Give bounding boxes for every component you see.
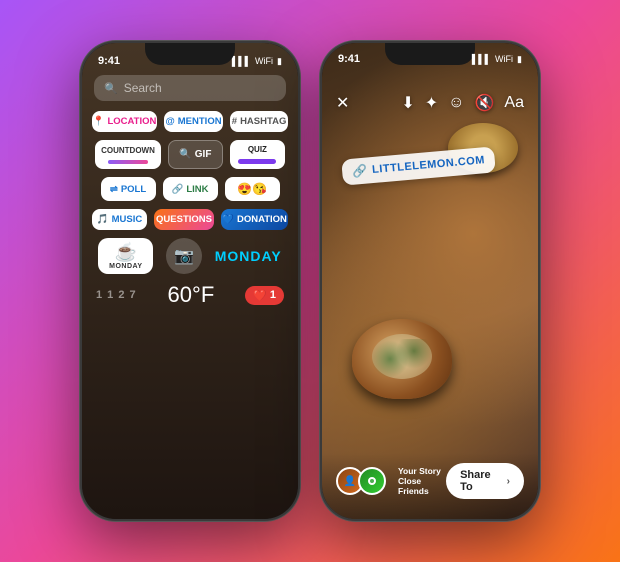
- quiz-bar: [238, 159, 276, 164]
- share-bar: 👤 Your Story Close Friends Share To ›: [322, 453, 538, 519]
- share-labels: Your Story Close Friends: [398, 466, 446, 496]
- hashtag-sticker[interactable]: # HASHTAG: [230, 111, 288, 132]
- sticker-icon[interactable]: 🔇: [475, 93, 495, 113]
- avatar-group: 👤: [336, 467, 386, 495]
- phone-right: 9:41 ▌▌▌ WiFi ▮ ✕ ⬇ ✦ ☺ 🔇 Aa 🔗: [320, 41, 540, 521]
- status-bar-left: 9:41 ▌▌▌ WiFi ▮: [82, 43, 298, 71]
- top-right-icons: ⬇ ✦ ☺ 🔇 Aa: [401, 93, 524, 113]
- phone-left-screen: 9:41 ▌▌▌ WiFi ▮ 🔍 Search 📍 LOCATION: [82, 43, 298, 519]
- mention-sticker[interactable]: @ MENTION: [164, 111, 223, 132]
- questions-sticker[interactable]: QUESTIONS: [154, 209, 214, 230]
- link-sticker-btn[interactable]: 🔗 LINK: [163, 177, 218, 201]
- countdown-label: COUNTDOWN: [101, 146, 155, 155]
- sticker-row-2: COUNTDOWN 🔍 GIF QUIZ: [92, 140, 288, 169]
- search-icon: 🔍: [104, 82, 118, 95]
- share-to-button[interactable]: Share To ›: [446, 463, 524, 499]
- sticker-grid: 📍 LOCATION @ MENTION # HASHTAG COUNTDOWN: [82, 111, 298, 230]
- heart-badge[interactable]: ❤️ 1: [245, 286, 284, 305]
- donation-sticker[interactable]: 💙 DONATION: [221, 209, 288, 230]
- top-bar-right: ✕ ⬇ ✦ ☺ 🔇 Aa: [322, 65, 538, 121]
- music-sticker[interactable]: 🎵 MUSIC: [92, 209, 147, 230]
- herb-decoration: [372, 339, 432, 379]
- emoji-sticker[interactable]: 😍😘: [225, 177, 280, 201]
- signal-icon: ▌▌▌: [232, 56, 251, 66]
- location-icon: 📍: [93, 116, 105, 127]
- bottom-stickers-row: ☕ MONDAY 📷 MONDAY: [82, 238, 298, 274]
- share-avatars: 👤 Your Story Close Friends: [336, 466, 446, 496]
- hashtag-icon: #: [232, 116, 237, 127]
- status-icons-left: ▌▌▌ WiFi ▮: [232, 56, 282, 67]
- link-icon-small: 🔗: [171, 184, 183, 195]
- quiz-label: QUIZ: [248, 145, 267, 154]
- status-bar-right: 9:41 ▌▌▌ WiFi ▮: [322, 43, 538, 65]
- search-small-icon: 🔍: [179, 149, 191, 160]
- status-time-left: 9:41: [98, 55, 120, 67]
- countdown-sticker[interactable]: COUNTDOWN: [95, 140, 161, 169]
- camera-button[interactable]: 📷: [166, 238, 202, 274]
- search-bar[interactable]: 🔍 Search: [94, 75, 286, 101]
- wifi-icon-right: WiFi: [495, 54, 513, 64]
- day-sticker[interactable]: MONDAY: [215, 248, 282, 264]
- quiz-sticker[interactable]: QUIZ: [230, 140, 285, 169]
- wifi-icon: WiFi: [255, 56, 273, 66]
- download-icon[interactable]: ⬇: [401, 93, 414, 113]
- share-arrow-icon: ›: [507, 476, 510, 487]
- status-time-right: 9:41: [338, 53, 360, 65]
- search-placeholder-text: Search: [124, 81, 162, 95]
- share-button-label: Share To: [460, 469, 503, 493]
- temperature-display: 60°F: [168, 282, 215, 308]
- sticker-row-3: ⇌ POLL 🔗 LINK 😍😘: [92, 177, 288, 201]
- poll-sticker[interactable]: ⇌ POLL: [101, 177, 156, 201]
- heart-count: 1: [270, 289, 276, 301]
- face-icon[interactable]: ☺: [448, 94, 464, 112]
- temp-prefix: 1 1 2 7: [96, 289, 137, 301]
- close-icon[interactable]: ✕: [336, 93, 349, 113]
- battery-icon-right: ▮: [517, 54, 522, 65]
- location-sticker[interactable]: 📍 LOCATION: [92, 111, 157, 132]
- bottom-bar-left: 1 1 2 7 60°F ❤️ 1: [82, 274, 298, 316]
- phone-left: 9:41 ▌▌▌ WiFi ▮ 🔍 Search 📍 LOCATION: [80, 41, 300, 521]
- link-url-text: LITTLELEMON.COM: [372, 154, 486, 176]
- status-icons-right: ▌▌▌ WiFi ▮: [472, 54, 522, 65]
- your-story-label: Your Story: [398, 466, 446, 476]
- online-indicator: [368, 477, 376, 485]
- sticker-row-1: 📍 LOCATION @ MENTION # HASHTAG: [92, 111, 288, 132]
- mention-icon: @: [166, 116, 175, 127]
- heart-icon: ❤️: [253, 289, 267, 302]
- link-chain-icon: 🔗: [352, 164, 368, 179]
- countdown-bar: [108, 160, 148, 164]
- donation-icon: 💙: [222, 214, 234, 225]
- sparkle-icon[interactable]: ✦: [425, 93, 438, 113]
- text-icon[interactable]: Aa: [504, 94, 524, 112]
- music-icon: 🎵: [97, 214, 109, 225]
- monday-sticker[interactable]: ☕ MONDAY: [98, 238, 153, 274]
- camera-icon: 📷: [174, 246, 194, 266]
- monday-label: MONDAY: [109, 263, 142, 270]
- gif-sticker[interactable]: 🔍 GIF: [168, 140, 223, 169]
- phones-container: 9:41 ▌▌▌ WiFi ▮ 🔍 Search 📍 LOCATION: [80, 41, 540, 521]
- signal-icon-right: ▌▌▌: [472, 54, 491, 64]
- avatar-close-friends: [358, 467, 386, 495]
- sticker-row-4: 🎵 MUSIC QUESTIONS 💙 DONATION: [92, 209, 288, 230]
- poll-icon: ⇌: [110, 184, 118, 195]
- battery-icon: ▮: [277, 56, 282, 67]
- mug-icon: ☕: [115, 242, 137, 263]
- phone-right-screen: 9:41 ▌▌▌ WiFi ▮ ✕ ⬇ ✦ ☺ 🔇 Aa 🔗: [322, 43, 538, 519]
- close-friends-label: Close Friends: [398, 476, 446, 496]
